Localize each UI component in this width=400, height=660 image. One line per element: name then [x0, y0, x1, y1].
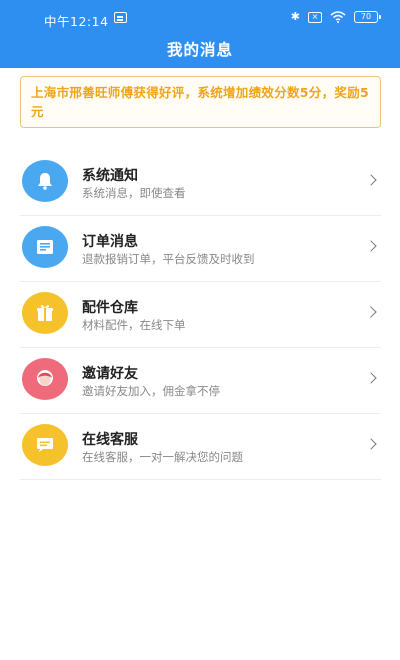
- notice-banner[interactable]: 上海市邢善旺师傅获得好评，系统增加绩效分数5分，奖励5元: [20, 76, 381, 128]
- chevron-right-icon: [365, 438, 377, 450]
- item-title: 订单消息: [82, 234, 138, 250]
- no-sim-icon: ×: [308, 11, 322, 23]
- header-bar: 中午12:14 ✱ × 70 我的消息: [0, 0, 400, 68]
- gift-box-icon: [22, 292, 68, 334]
- chat-bubble-icon: [22, 424, 68, 466]
- list-item-invite-friends[interactable]: 邀请好友 邀请好友加入，佣金拿不停: [20, 348, 381, 414]
- item-description: 在线客服，一对一解决您的问题: [82, 450, 243, 464]
- chevron-right-icon: [365, 240, 377, 252]
- chevron-right-icon: [365, 174, 377, 186]
- bell-icon: [22, 160, 68, 202]
- wifi-icon: [330, 11, 346, 23]
- item-title: 在线客服: [82, 432, 138, 448]
- item-description: 邀请好友加入，佣金拿不停: [82, 384, 220, 398]
- notification-message-icon: [114, 12, 127, 23]
- status-time: 中午12:14: [44, 14, 109, 29]
- list-item-parts-warehouse[interactable]: 配件仓库 材料配件，在线下单: [20, 282, 381, 348]
- item-title: 邀请好友: [82, 366, 138, 382]
- status-icons: ✱ × 70: [290, 10, 381, 24]
- chevron-right-icon: [365, 306, 377, 318]
- friend-avatar-icon: [22, 358, 68, 400]
- status-bar: 中午12:14 ✱ × 70: [0, 0, 400, 34]
- item-description: 系统消息，即使查看: [82, 186, 186, 200]
- list-item-order-message[interactable]: 订单消息 退款报销订单，平台反馈及时收到: [20, 216, 381, 282]
- list-item-system-notice[interactable]: 系统通知 系统消息，即使查看: [20, 150, 381, 216]
- order-document-icon: [22, 226, 68, 268]
- page-title: 我的消息: [166, 41, 233, 59]
- item-title: 系统通知: [82, 168, 138, 184]
- message-list: 系统通知 系统消息，即使查看 订单消息 退款报销订单，平台反馈及时收到 配件仓库…: [20, 150, 381, 480]
- item-title: 配件仓库: [82, 300, 138, 316]
- chevron-right-icon: [365, 372, 377, 384]
- bluetooth-icon: ✱: [290, 10, 300, 23]
- notice-text: 上海市邢善旺师傅获得好评，系统增加绩效分数5分，奖励5元: [31, 85, 369, 119]
- item-description: 材料配件，在线下单: [82, 318, 186, 332]
- list-item-online-service[interactable]: 在线客服 在线客服，一对一解决您的问题: [20, 414, 381, 480]
- item-description: 退款报销订单，平台反馈及时收到: [82, 252, 255, 266]
- battery-icon: 70: [354, 11, 381, 23]
